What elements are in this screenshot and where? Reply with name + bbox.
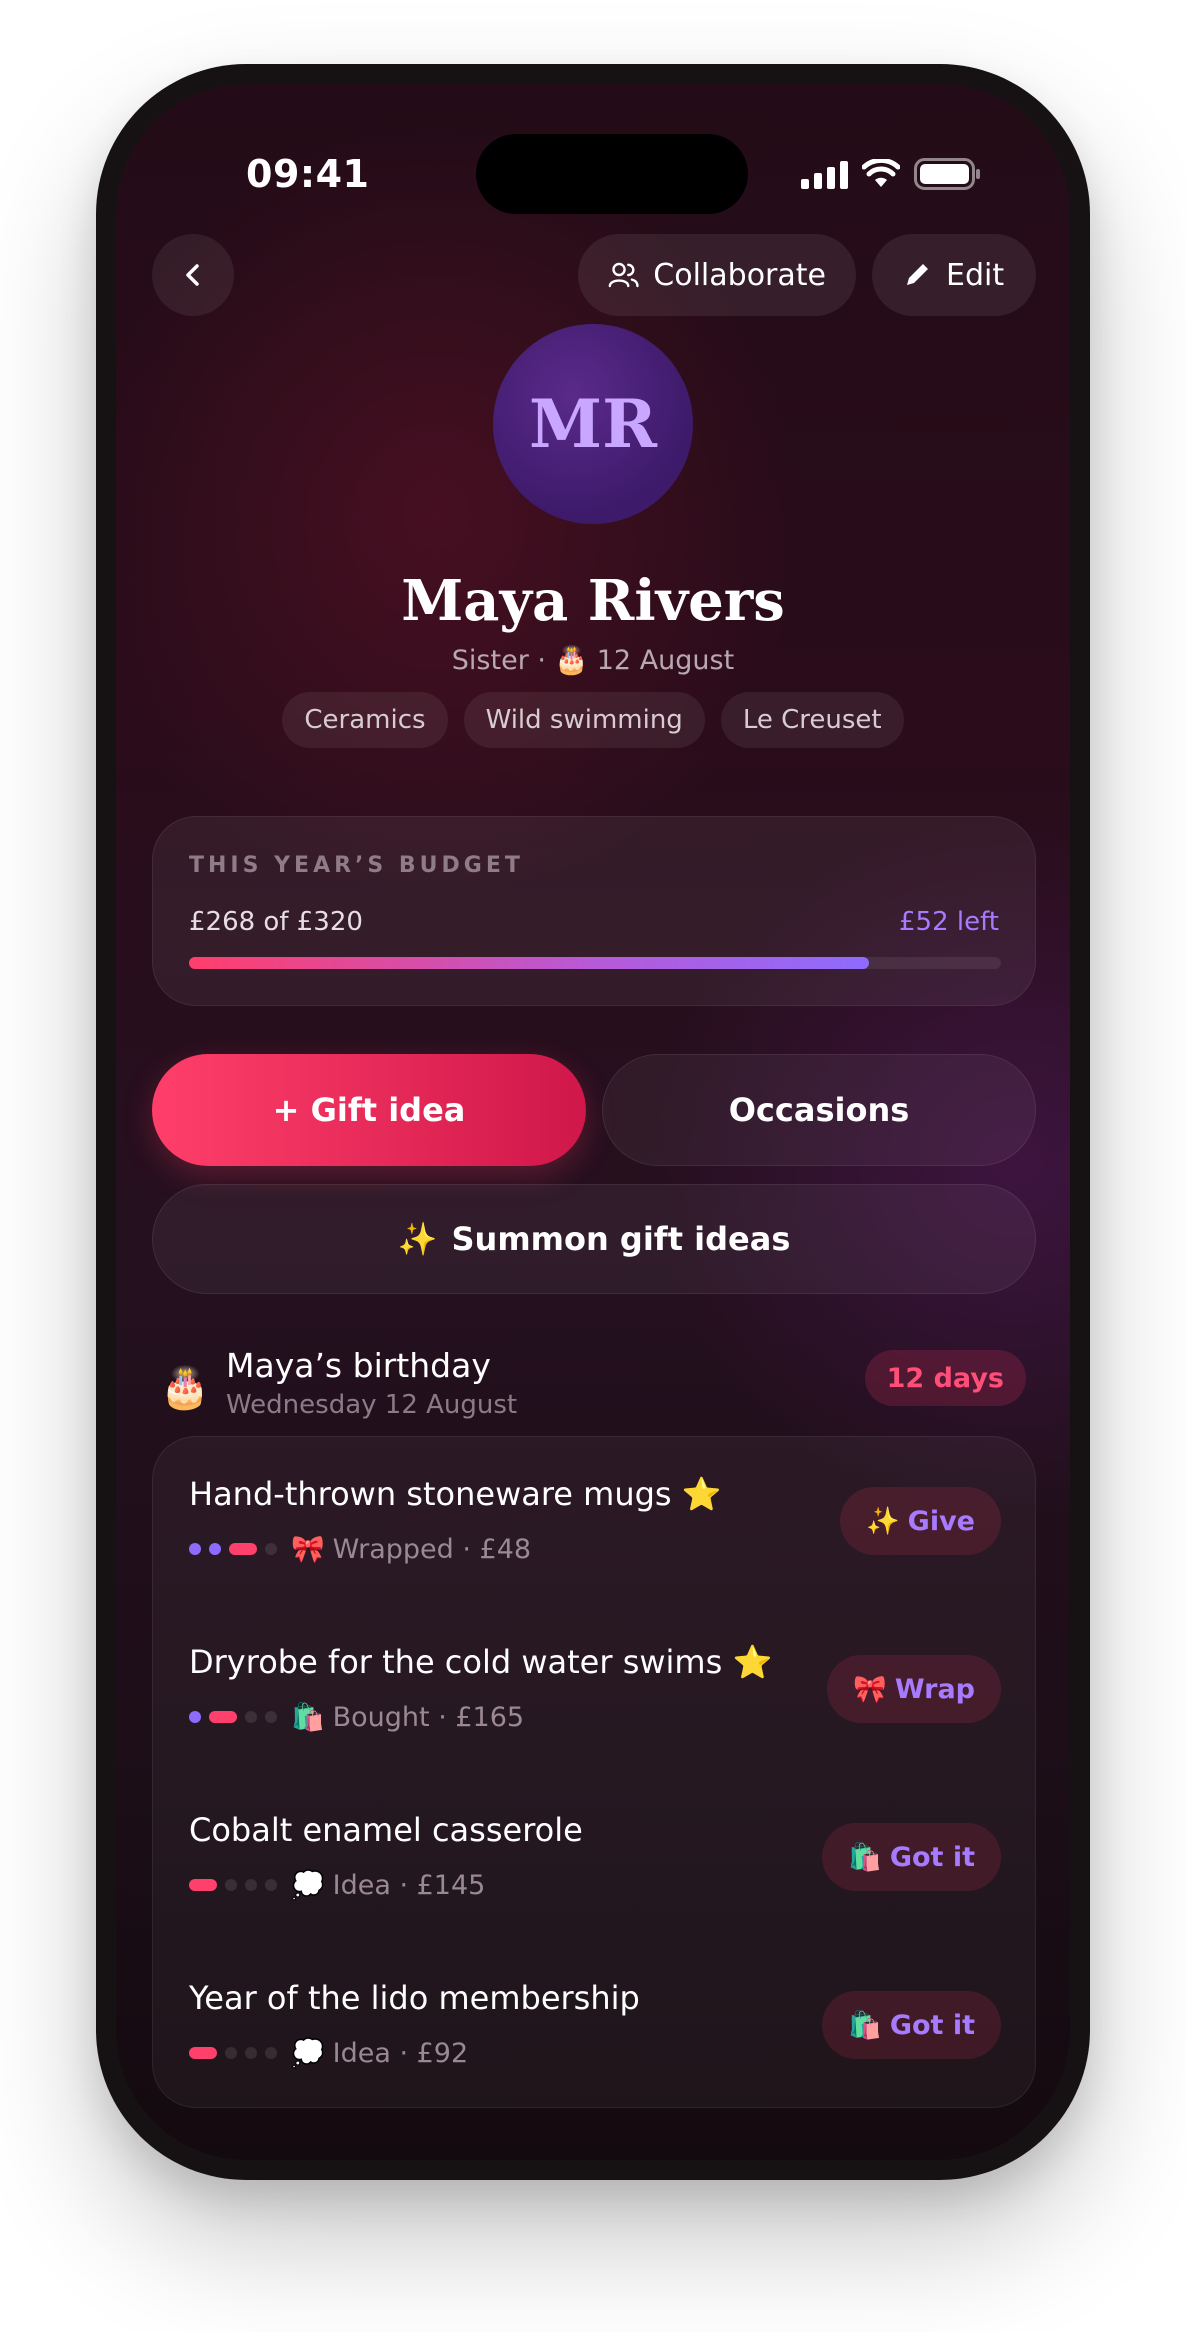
edit-button[interactable]: Edit [872, 234, 1036, 316]
gift-status: Bought · £165 [332, 1701, 525, 1733]
action-label: Got it [889, 2009, 975, 2041]
back-button[interactable] [152, 234, 234, 316]
status-icons [801, 158, 982, 190]
budget-spent: £268 of £320 [189, 907, 363, 937]
occasions-button[interactable]: Occasions [602, 1054, 1036, 1166]
action-icon: 🛍️ [848, 1842, 882, 1873]
edit-label: Edit [946, 257, 1005, 293]
stage-dot [229, 1543, 257, 1555]
gift-action-button[interactable]: 🛍️ Got it [822, 1991, 1001, 2059]
gift-stage-indicator [189, 2047, 277, 2059]
stage-dot [265, 2047, 277, 2059]
profile-name: Maya Rivers [401, 568, 785, 634]
status-icon: 🎀 [291, 1534, 325, 1565]
interest-tag[interactable]: Ceramics [282, 692, 448, 748]
sparkles-icon: ✨ [397, 1220, 438, 1258]
pencil-icon [907, 264, 928, 285]
stage-dot [209, 1543, 221, 1555]
gift-row[interactable]: Year of the lido membership 💭 Idea · £92 🛍️… [153, 1941, 1035, 2107]
chevron-left-icon [186, 264, 199, 286]
gift-stage-indicator [189, 1879, 277, 1891]
gift-list: Hand-thrown stoneware mugs ⭐ 🎀 Wrapped · £… [152, 1436, 1036, 2108]
stage-dot [189, 1879, 217, 1891]
stage-dot [245, 1711, 257, 1723]
gift-action-button[interactable]: 🛍️ Got it [822, 1823, 1001, 1891]
stage-dot [225, 1879, 237, 1891]
stage-dot [189, 1711, 201, 1723]
occasion-countdown-badge: 12 days [864, 1350, 1026, 1406]
gift-meta: 🛍️ Bought · £165 [189, 1701, 524, 1733]
cake-icon: 🎂 [160, 1365, 210, 1411]
battery-icon [914, 158, 980, 190]
gift-stage-indicator [189, 1543, 277, 1555]
signal-icon [801, 159, 848, 189]
stage-dot [225, 2047, 237, 2059]
gift-stage-indicator [189, 1711, 277, 1723]
gift-status: Idea · £145 [332, 1869, 486, 1901]
collaborate-label: Collaborate [653, 257, 826, 293]
budget-progress-fill [189, 957, 870, 969]
status-time: 09:41 [246, 152, 370, 196]
gift-action-button[interactable]: 🎀 Wrap [827, 1655, 1001, 1723]
budget-left: £52 left [898, 907, 999, 937]
people-icon [608, 262, 639, 288]
device-frame: 09:41 Collaborate Edit MR Maya Rivers Si… [96, 64, 1090, 2180]
budget-card[interactable]: THIS YEAR’S BUDGET £268 of £320 £52 left [152, 816, 1036, 1006]
add-gift-idea-button[interactable]: + Gift idea [152, 1054, 586, 1166]
gift-row[interactable]: Dryrobe for the cold water swims ⭐ 🛍️ Boug… [153, 1605, 1035, 1773]
gift-title: Dryrobe for the cold water swims ⭐ [189, 1643, 773, 1681]
budget-progress-track [189, 957, 1001, 969]
interest-tag[interactable]: Wild swimming [463, 692, 705, 748]
action-icon: 🛍️ [848, 2010, 882, 2041]
collaborate-button[interactable]: Collaborate [578, 234, 856, 316]
dynamic-island [476, 134, 748, 214]
action-label: Wrap [894, 1673, 975, 1705]
status-icon: 🛍️ [291, 1702, 325, 1733]
status-icon: 💭 [291, 1870, 325, 1901]
gift-meta: 💭 Idea · £92 [189, 2037, 468, 2069]
stage-dot [209, 1711, 237, 1723]
occasion-date: Wednesday 12 August [226, 1390, 518, 1420]
interest-tags: Ceramics Wild swimming Le Creuset [116, 692, 1070, 748]
action-icon: ✨ [866, 1506, 900, 1537]
gift-action-button[interactable]: ✨ Give [840, 1487, 1001, 1555]
gift-row[interactable]: Hand-thrown stoneware mugs ⭐ 🎀 Wrapped · £… [153, 1437, 1035, 1605]
gift-meta: 🎀 Wrapped · £48 [189, 1533, 531, 1565]
gift-meta: 💭 Idea · £145 [189, 1869, 485, 1901]
status-icon: 💭 [291, 2038, 325, 2069]
action-icon: 🎀 [853, 1674, 887, 1705]
stage-dot [189, 2047, 217, 2059]
gift-row[interactable]: Cobalt enamel casserole 💭 Idea · £145 🛍️ Got… [153, 1773, 1035, 1941]
gift-status: Wrapped · £48 [332, 1533, 532, 1565]
stage-dot [265, 1711, 277, 1723]
gift-title: Hand-thrown stoneware mugs ⭐ [189, 1475, 722, 1513]
action-label: Give [907, 1505, 975, 1537]
stage-dot [245, 2047, 257, 2059]
interest-tag[interactable]: Le Creuset [720, 692, 904, 748]
profile-subline: Sister · 🎂 12 August [451, 645, 735, 676]
stage-dot [265, 1543, 277, 1555]
stage-dot [245, 1879, 257, 1891]
occasion-title: Maya’s birthday [226, 1346, 491, 1385]
gift-title: Year of the lido membership [189, 1979, 640, 2017]
stage-dot [189, 1543, 201, 1555]
stage-dot [265, 1879, 277, 1891]
gift-title: Cobalt enamel casserole [189, 1811, 583, 1849]
budget-label: THIS YEAR’S BUDGET [189, 853, 524, 878]
action-label: Got it [889, 1841, 975, 1873]
gift-status: Idea · £92 [332, 2037, 469, 2069]
wifi-icon [862, 159, 900, 187]
summon-label: Summon gift ideas [451, 1220, 791, 1258]
summon-gift-ideas-button[interactable]: ✨ Summon gift ideas [152, 1184, 1036, 1294]
avatar: MR [493, 324, 693, 524]
avatar-initials: MR [529, 385, 657, 463]
screen: 09:41 Collaborate Edit MR Maya Rivers Si… [116, 84, 1070, 2160]
